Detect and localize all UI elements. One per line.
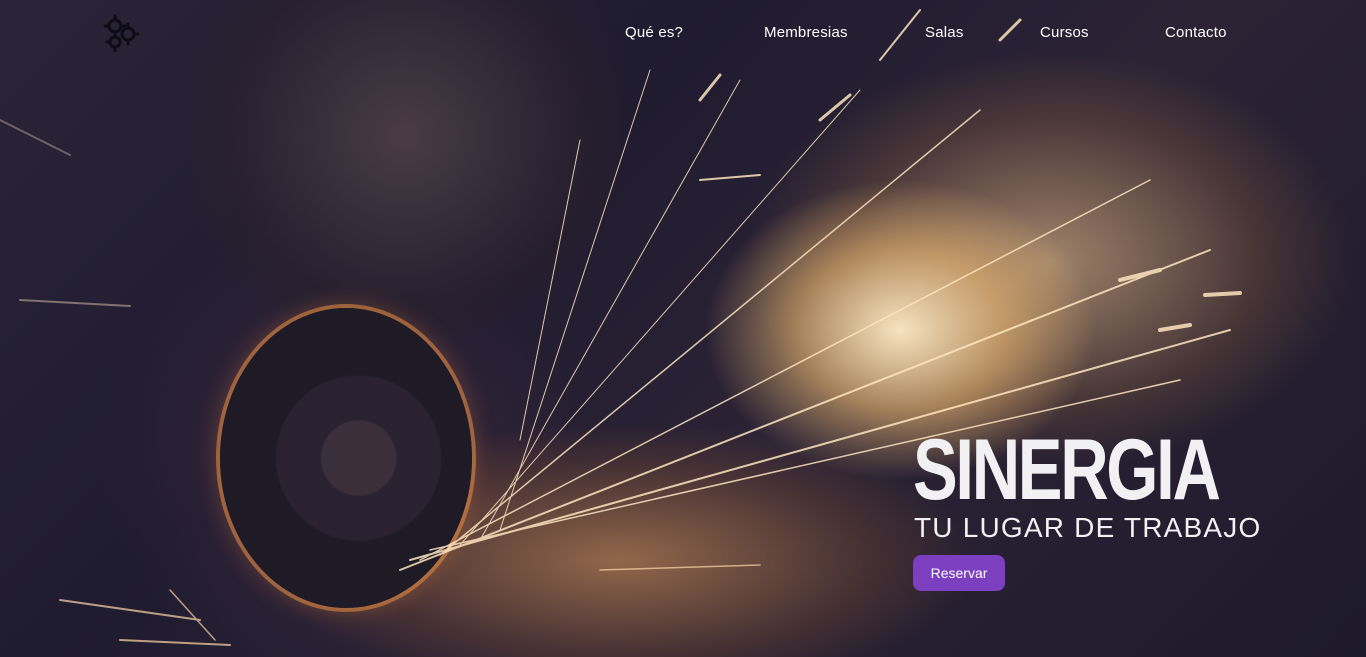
top-navigation: Qué es? Membresias Salas Cursos Contacto — [0, 0, 1366, 66]
hero-background-image — [0, 0, 1366, 657]
sparks-overlay — [0, 9, 1242, 646]
nav-link-salas[interactable]: Salas — [925, 24, 964, 41]
nav-link-membresias[interactable]: Membresias — [764, 24, 848, 41]
nav-link-cursos[interactable]: Cursos — [1040, 24, 1089, 41]
reservar-button[interactable]: Reservar — [913, 555, 1005, 591]
nav-link-contacto[interactable]: Contacto — [1165, 24, 1227, 41]
gears-icon[interactable] — [101, 12, 141, 53]
hero-subtitle: TU LUGAR DE TRABAJO — [914, 512, 1262, 543]
nav-link-que-es[interactable]: Qué es? — [625, 24, 683, 41]
hero-title: SINERGIA — [913, 422, 1221, 518]
